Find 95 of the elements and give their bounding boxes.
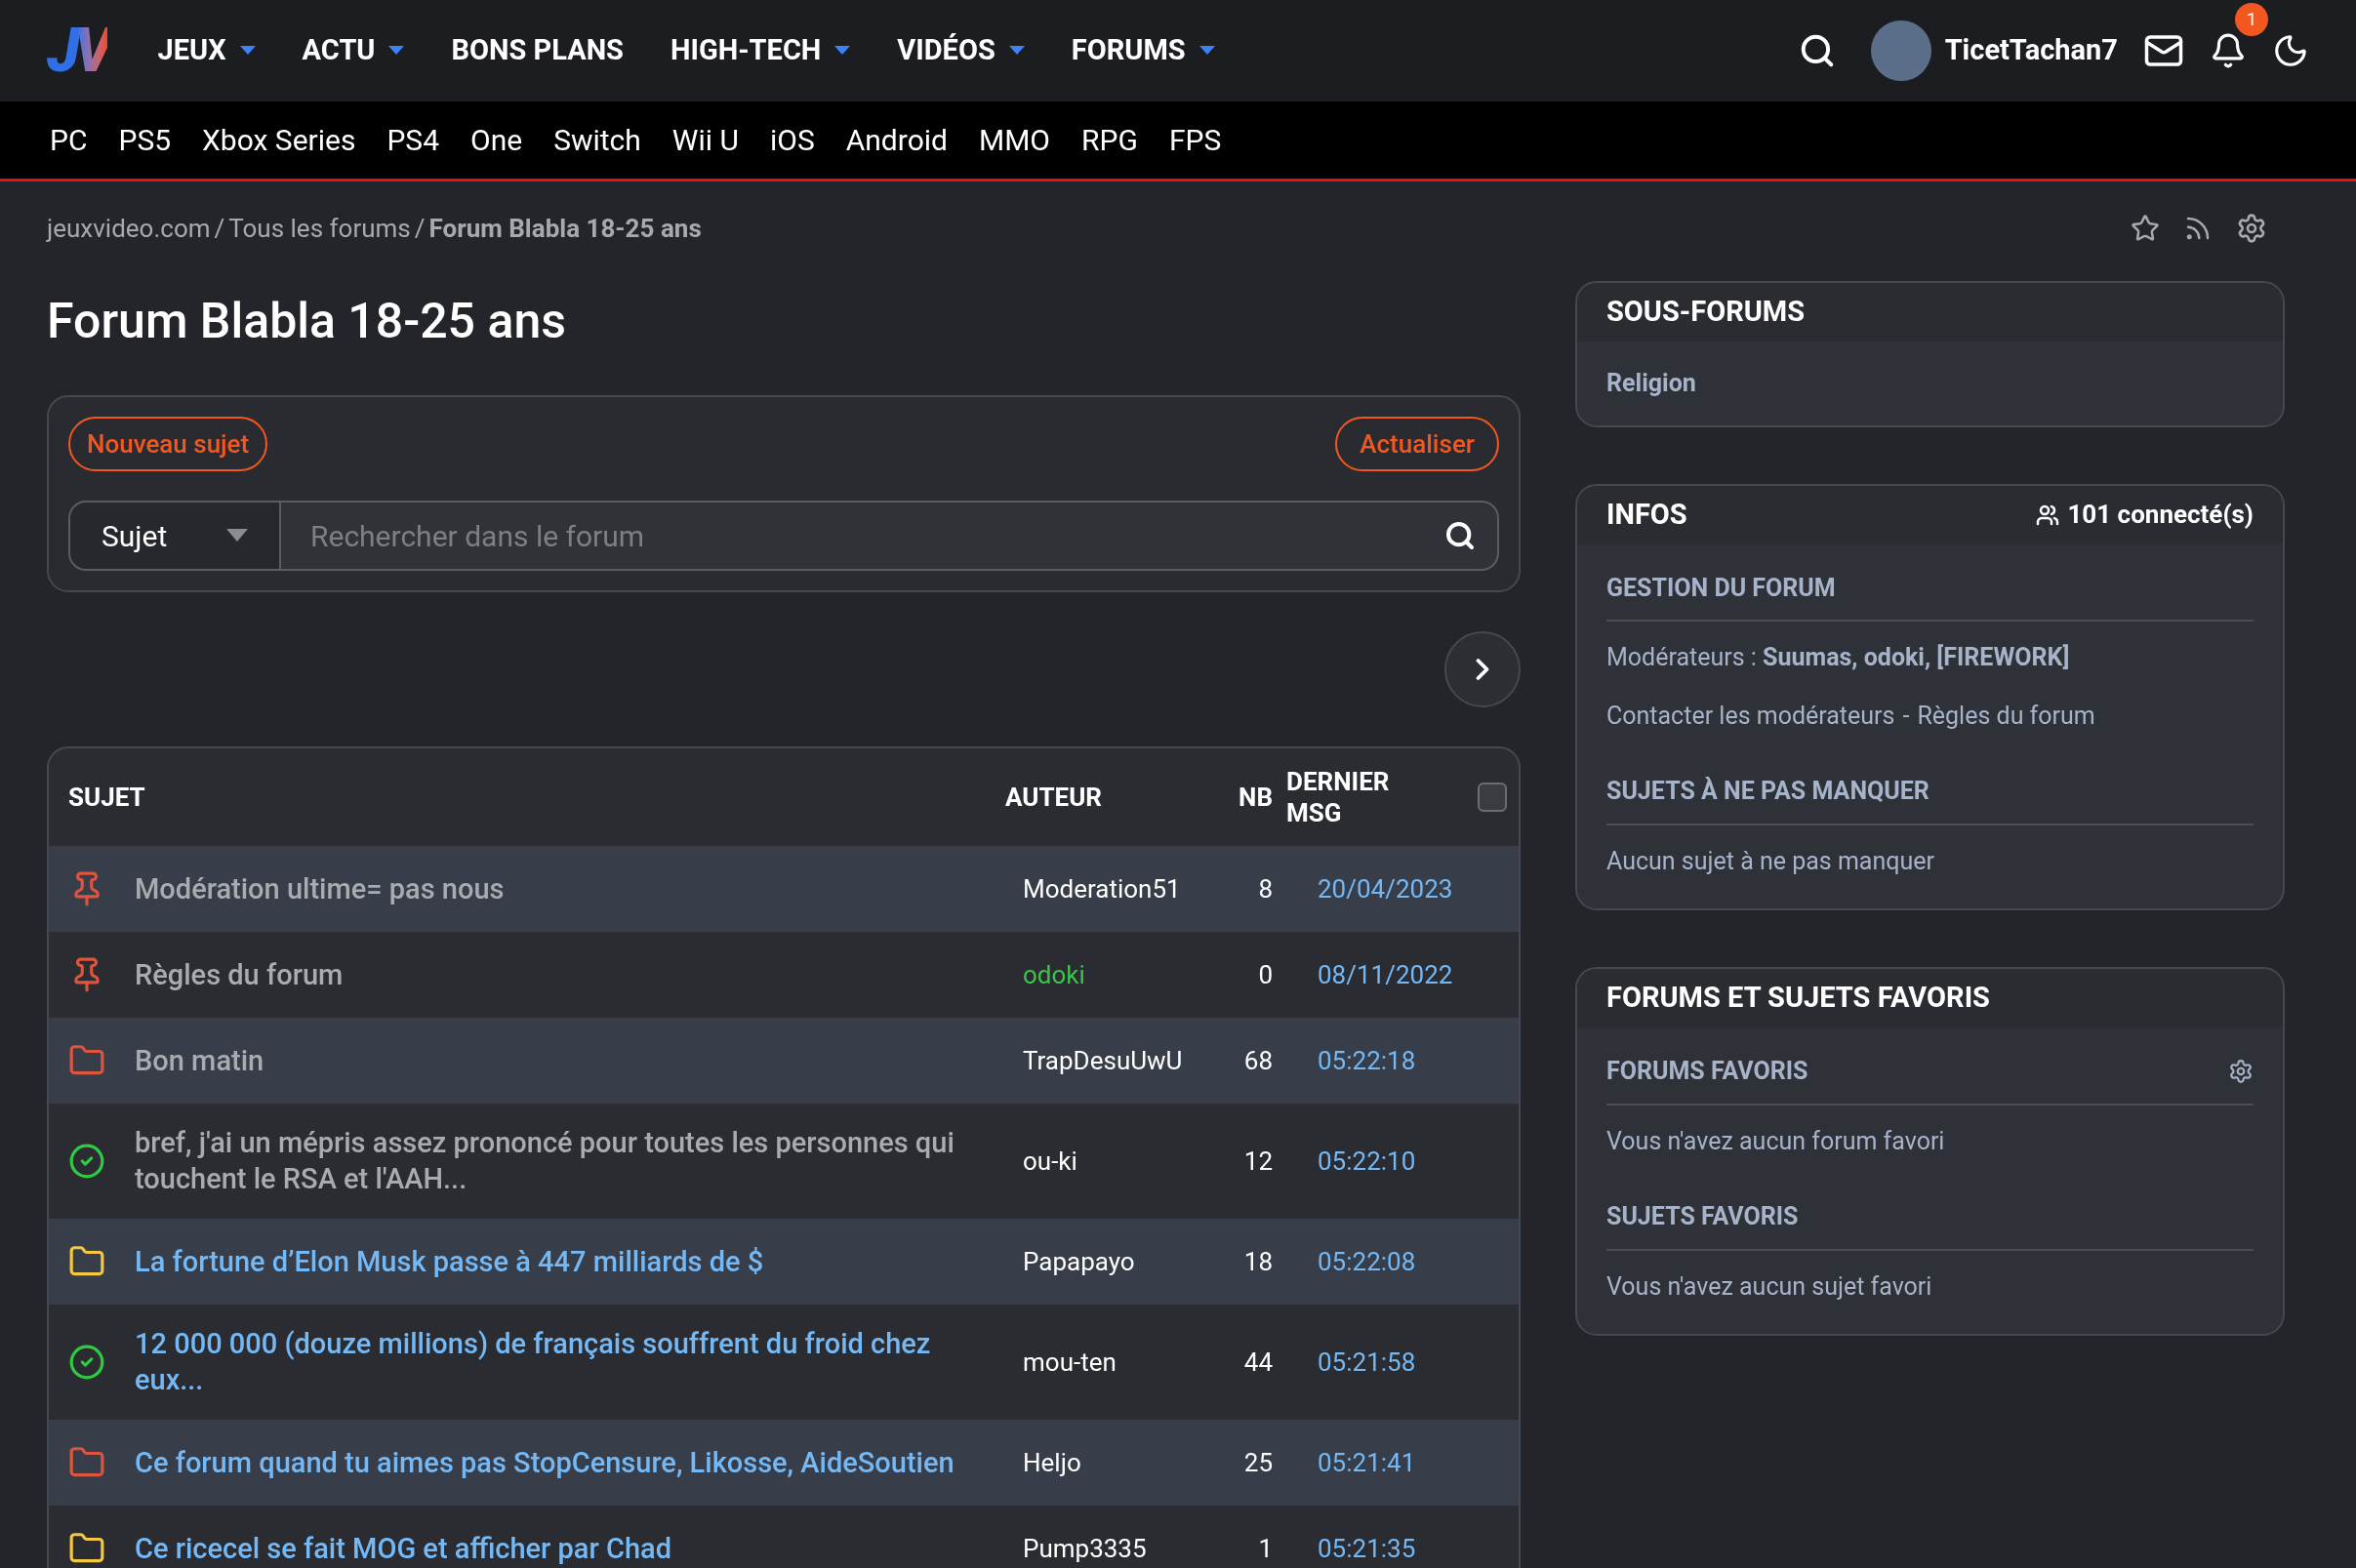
author-link[interactable]: Moderation51 [1005, 869, 1220, 908]
refresh-button[interactable]: Actualiser [1335, 417, 1499, 471]
users-icon [2036, 503, 2060, 527]
column-header: NB [1238, 781, 1273, 814]
platform-link[interactable]: Android [845, 118, 948, 162]
breadcrumb-link[interactable]: jeuxvideo.com [47, 209, 211, 248]
forum-rules-link[interactable]: Règles du forum [1917, 697, 2095, 734]
dark-mode-icon[interactable] [2272, 32, 2309, 69]
topic-title-link[interactable]: bref, j'ai un mépris assez prononcé pour toutes les personnes qui touchent le RSA et l'AAH... [135, 1125, 1005, 1197]
message-count: 12 [1242, 1145, 1273, 1178]
last-message-link[interactable]: 05:22:10 [1273, 1142, 1519, 1181]
nav-link[interactable]: HIGH-TECH [670, 29, 822, 72]
breadcrumb-link[interactable]: Tous les forums [228, 209, 411, 248]
author-link[interactable]: TrapDesuUwU [1005, 1041, 1220, 1080]
platform-link[interactable]: RPG [1081, 118, 1138, 162]
page-title: Forum Blabla 18-25 ans [47, 292, 567, 351]
message-count: 1 [1257, 1532, 1273, 1565]
platform-link[interactable]: PS5 [118, 118, 172, 162]
message-count: 8 [1257, 872, 1273, 905]
star-icon[interactable] [2131, 214, 2160, 243]
message-count: 68 [1242, 1044, 1273, 1077]
platform-link[interactable]: MMO [979, 118, 1050, 162]
nav-link[interactable]: VIDÉOS [897, 29, 995, 72]
column-header: AUTEUR [1005, 781, 1103, 814]
empty-text: Vous n'avez aucun sujet favori [1606, 1270, 1933, 1303]
last-message-link[interactable]: 20/04/2023 [1273, 869, 1519, 908]
nav-link[interactable]: ACTU [302, 29, 376, 72]
last-message-link[interactable]: 05:22:18 [1273, 1041, 1519, 1080]
caret-icon [1008, 46, 1025, 56]
contact-moderators-link[interactable]: Contacter les modérateurs [1606, 697, 1895, 734]
new-topic-button[interactable]: Nouveau sujet [68, 417, 268, 471]
subforum-link[interactable]: Religion [1606, 365, 2254, 402]
caret-icon [834, 46, 851, 56]
last-message-link[interactable]: 05:21:35 [1273, 1529, 1519, 1568]
panel-title: FORUMS ET SUJETS FAVORIS [1577, 969, 2283, 1027]
platform-link[interactable]: Wii U [671, 118, 739, 162]
empty-text: Aucun sujet à ne pas manquer [1606, 845, 1935, 877]
search-icon[interactable] [1444, 520, 1476, 551]
author-link[interactable]: Papapayo [1005, 1242, 1220, 1281]
author-link[interactable]: mou-ten [1005, 1343, 1220, 1382]
platform-link[interactable]: Switch [553, 118, 641, 162]
breadcrumb-separator: / [214, 212, 225, 245]
search-scope-select[interactable]: Sujet [68, 501, 281, 571]
settings-icon[interactable] [2228, 1058, 2254, 1084]
platform-link[interactable]: iOS [769, 118, 815, 162]
caret-icon [388, 46, 405, 56]
column-header: SUJET [68, 781, 146, 814]
topic-title-link[interactable]: Bon matin [135, 1042, 264, 1079]
section-title: FORUMS FAVORIS [1606, 1056, 1808, 1087]
topic-title-link[interactable]: La fortune d’Elon Musk passe à 447 milliards de $ [135, 1243, 764, 1280]
platform-link[interactable]: FPS [1168, 118, 1222, 162]
section-title: SUJETS À NE PAS MANQUER [1606, 773, 2254, 825]
author-link[interactable]: Heljo [1005, 1443, 1220, 1482]
platform-link[interactable]: PS4 [386, 118, 440, 162]
empty-text: Vous n'avez aucun forum favori [1606, 1125, 1946, 1157]
platform-link[interactable]: One [470, 118, 523, 162]
topic-title-link[interactable]: Règles du forum [135, 956, 344, 993]
moderators-text: Modérateurs : Suumas, odoki, [FIREWORK] [1606, 642, 2071, 673]
caret-icon [1198, 46, 1215, 56]
author-link[interactable]: odoki [1005, 955, 1220, 994]
connected-count: 101 connecté(s) [2067, 499, 2254, 531]
section-title: GESTION DU FORUM [1606, 569, 2254, 622]
message-count: 18 [1242, 1245, 1273, 1278]
username-link[interactable]: TicetTachan7 [1944, 29, 2118, 72]
breadcrumb-link[interactable]: Forum Blabla 18-25 ans [428, 209, 702, 248]
message-count: 44 [1242, 1346, 1273, 1379]
message-count: 25 [1242, 1446, 1273, 1479]
separator-text: - [1902, 700, 1910, 732]
settings-icon[interactable] [2236, 213, 2267, 244]
notification-badge: 1 [2235, 3, 2268, 36]
author-link[interactable]: Pump3335 [1005, 1529, 1220, 1568]
nav-link[interactable]: FORUMS [1071, 29, 1186, 72]
last-message-link[interactable]: 05:22:08 [1273, 1242, 1519, 1281]
topic-title-link[interactable]: Ce ricecel se fait MOG et afficher par Chad [135, 1530, 671, 1567]
caret-icon [226, 529, 248, 543]
platform-link[interactable]: Xbox Series [202, 118, 356, 162]
panel-title: SOUS-FORUMS [1577, 283, 2283, 342]
message-count: 0 [1257, 958, 1273, 991]
topic-title-link[interactable]: Ce forum quand tu aimes pas StopCensure, Likosse, AideSoutien [135, 1444, 955, 1481]
column-header: DERNIER MSG [1286, 766, 1391, 828]
last-message-link[interactable]: 05:21:58 [1273, 1343, 1519, 1382]
nav-link[interactable]: JEUX [157, 29, 226, 72]
last-message-link[interactable]: 08/11/2022 [1273, 955, 1519, 994]
topic-title-link[interactable]: Modération ultime= pas nous [135, 870, 505, 907]
caret-icon [239, 46, 256, 56]
last-message-link[interactable]: 05:21:41 [1273, 1443, 1519, 1482]
panel-title: INFOS [1606, 496, 1687, 533]
breadcrumb-separator: / [414, 212, 426, 245]
nav-link[interactable]: BONS PLANS [451, 29, 624, 72]
notification-bell-icon[interactable] [2210, 32, 2247, 69]
topic-title-link[interactable]: 12 000 000 (douze millions) de français souffrent du froid chez eux... [135, 1326, 1005, 1398]
section-title: SUJETS FAVORIS [1606, 1198, 2254, 1251]
select-all-checkbox[interactable] [1478, 783, 1507, 812]
author-link[interactable]: ou-ki [1005, 1142, 1220, 1181]
platform-link[interactable]: PC [50, 118, 88, 162]
